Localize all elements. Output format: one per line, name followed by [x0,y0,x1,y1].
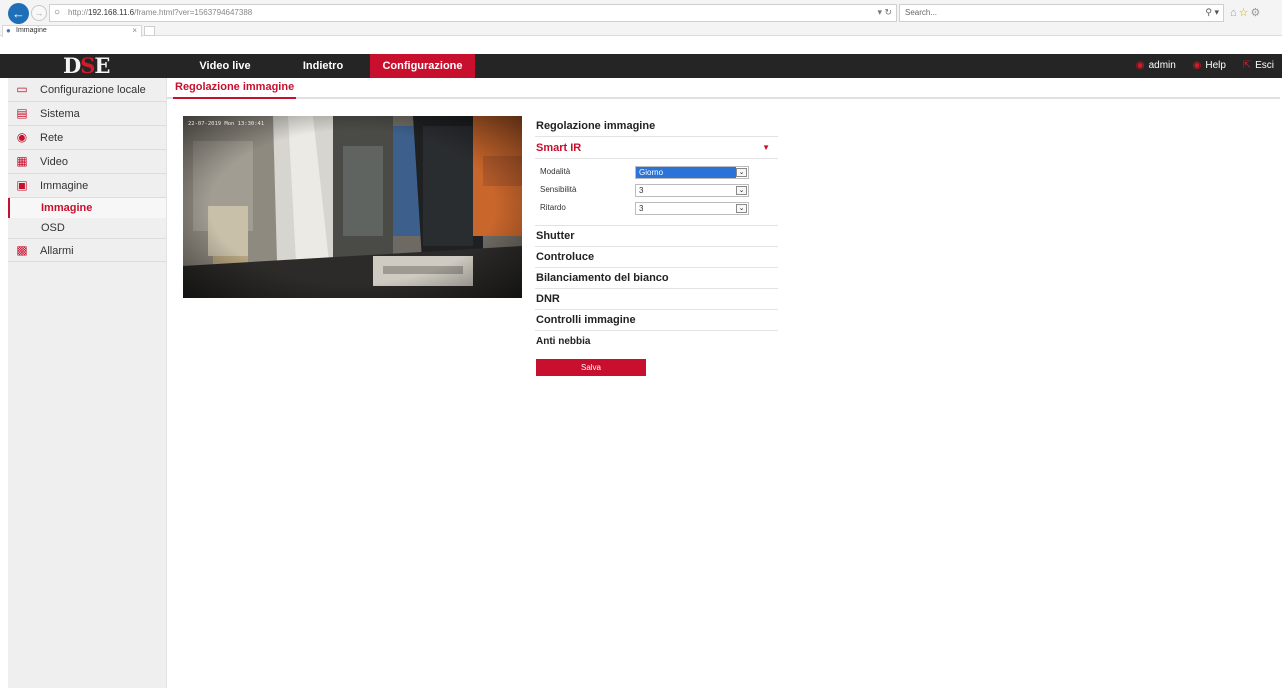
camera-preview-image: 22-07-2019 Mon 13:30:41 [183,116,522,298]
section-smart-ir[interactable]: Smart IR ▼ [535,137,778,159]
select-value: 3 [639,204,644,213]
section-controlli-immagine[interactable]: Controlli immagine [535,310,778,331]
sidebar-item-sistema[interactable]: ▤ Sistema [8,102,166,126]
logout-link[interactable]: ⇱ Esci [1243,60,1274,71]
browser-search-input[interactable]: Search... ⚲ ▾ [899,4,1224,22]
field-label: Modalità [540,167,571,176]
field-sensibilita: Sensibilità 3 ⌄ [535,182,778,200]
logout-icon: ⇱ [1242,60,1252,71]
search-placeholder: Search... [905,8,938,17]
user-area: ◉ admin ◉ Help ⇱ Esci [1136,54,1274,78]
url-host: 192.168.11.6 [88,8,135,17]
sidebar-item-label: Rete [40,132,64,144]
back-arrow-icon[interactable]: ← [8,3,29,24]
chevron-down-icon[interactable]: ⌄ [736,186,747,195]
menu-indietro[interactable]: Indietro [282,54,364,78]
help-link[interactable]: ◉ Help [1193,60,1226,71]
tab-regolazione-immagine[interactable]: Regolazione immagine [173,79,297,99]
sidebar-item-configurazione-locale[interactable]: ▭ Configurazione locale [8,78,166,102]
ritardo-select[interactable]: 3 ⌄ [635,202,749,215]
field-modalita: Modalità Giorno ⌄ [535,164,778,182]
system-icon: ▤ [16,106,28,120]
url-path: /frame.html?ver=1563794647388 [134,8,253,17]
camera-preview: 22-07-2019 Mon 13:30:41 [183,116,522,298]
video-icon: ▦ [16,154,28,168]
sidebar-item-allarmi[interactable]: ▩ Allarmi [8,238,166,262]
app-header: DSE Video live Indietro Configurazione ◉… [0,54,1282,78]
sidebar: ▭ Configurazione locale ▤ Sistema ◉ Rete… [8,78,167,688]
sidebar-item-label: Allarmi [40,245,74,257]
url-prefix: http:// [68,8,89,17]
forward-arrow-icon[interactable]: → [31,5,47,21]
section-shutter[interactable]: Shutter [535,226,778,247]
user-icon: ◉ [1135,60,1145,71]
page-icon: ○ [54,7,61,18]
search-icon[interactable]: ⚲ ▾ [1205,7,1219,18]
sidebar-item-video[interactable]: ▦ Video [8,150,166,174]
tab-title: Immagine [16,27,47,34]
modalita-select[interactable]: Giorno ⌄ [635,166,749,179]
section-controluce[interactable]: Controluce [535,247,778,268]
address-url: http://192.168.11.6/frame.html?ver=15637… [68,8,252,17]
refresh-icon[interactable]: ▾ ↻ [877,7,892,18]
save-button[interactable]: Salva [536,359,646,376]
new-tab-button[interactable] [144,26,155,36]
network-icon: ◉ [16,130,28,144]
sidebar-item-rete[interactable]: ◉ Rete [8,126,166,150]
alarm-icon: ▩ [16,243,28,257]
tab-favicon-icon: ● [6,26,11,35]
section-bilanciamento-bianco[interactable]: Bilanciamento del bianco [535,268,778,289]
field-ritardo: Ritardo 3 ⌄ [535,200,778,218]
sidebar-item-label: Sistema [40,108,80,120]
logo-letter-d: D [63,53,81,78]
settings-gear-icon[interactable]: ⚙ [1251,7,1263,19]
field-label: Ritardo [540,203,566,212]
sidebar-item-label: Configurazione locale [40,84,146,96]
sidebar-item-label: Video [40,156,68,168]
preview-timestamp: 22-07-2019 Mon 13:30:41 [188,121,264,127]
favorites-star-icon[interactable]: ☆ [1239,7,1251,19]
home-icon[interactable]: ⌂ [1230,7,1239,19]
field-label: Sensibilità [540,185,577,194]
select-value: Giorno [636,167,736,178]
panel-title: Regolazione immagine [535,116,778,137]
select-value: 3 [639,186,644,195]
dse-logo: DSE [63,53,110,78]
section-smart-ir-label: Smart IR [536,142,582,154]
chevron-down-icon[interactable]: ▼ [762,137,770,159]
monitor-icon: ▭ [16,82,28,96]
sidebar-subitem-immagine[interactable]: Immagine [8,198,166,218]
menu-configurazione[interactable]: Configurazione [370,54,475,78]
user-link[interactable]: ◉ admin [1136,60,1176,71]
logout-label: Esci [1255,60,1274,71]
section-dnr[interactable]: DNR [535,289,778,310]
sidebar-subitem-osd[interactable]: OSD [8,218,166,238]
image-icon: ▣ [16,178,28,192]
menu-video-live[interactable]: Video live [184,54,266,78]
settings-panel: Regolazione immagine Smart IR ▼ Modalità… [535,116,778,352]
sensibilita-select[interactable]: 3 ⌄ [635,184,749,197]
browser-toolbar: ← → ○ http://192.168.11.6/frame.html?ver… [0,0,1282,37]
chevron-down-icon[interactable]: ⌄ [736,204,747,213]
sidebar-item-label: Immagine [40,180,89,192]
user-name: admin [1148,60,1176,71]
browser-tab[interactable]: ● Immagine × [2,25,142,37]
sidebar-item-immagine[interactable]: ▣ Immagine [8,174,166,198]
logo-letter-s: S [80,53,95,78]
chevron-down-icon[interactable]: ⌄ [736,168,747,177]
tab-close-icon[interactable]: × [132,26,137,35]
content-tab-bar: Regolazione immagine [167,79,1280,99]
toolbar-icons: ⌂☆⚙ [1230,6,1262,19]
logo-letter-e: E [94,53,110,78]
help-label: Help [1205,60,1226,71]
help-icon: ◉ [1192,60,1202,71]
smart-ir-body: Modalità Giorno ⌄ Sensibilità 3 ⌄ Ritard… [535,159,778,226]
address-bar[interactable]: ○ http://192.168.11.6/frame.html?ver=156… [49,4,897,22]
section-anti-nebbia[interactable]: Anti nebbia [535,331,778,352]
